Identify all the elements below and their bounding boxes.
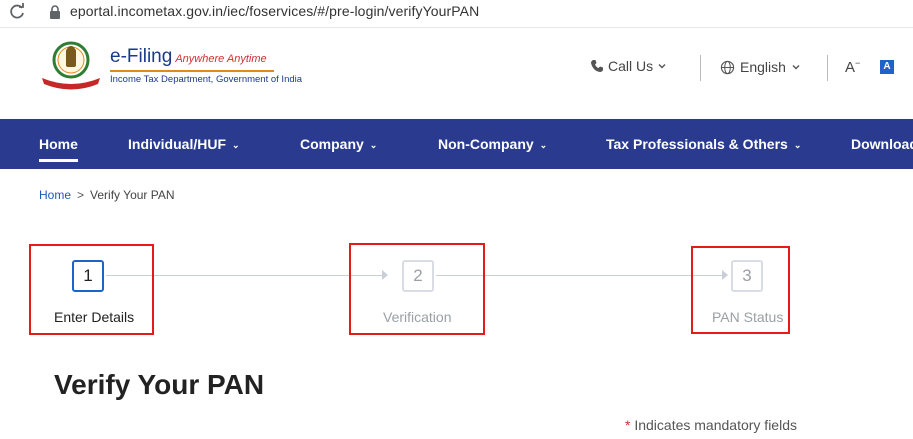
brand-block[interactable]: e-Filing Anywhere Anytime Income Tax Depa…: [110, 46, 302, 85]
breadcrumb-current: Verify Your PAN: [90, 188, 175, 202]
breadcrumb-home-link[interactable]: Home: [39, 188, 71, 202]
highlight-frame: [691, 246, 790, 334]
language-dropdown[interactable]: English: [720, 59, 801, 75]
chevron-down-icon: ⌄: [539, 140, 548, 150]
brand-title: e-Filing Anywhere Anytime: [110, 46, 267, 67]
reload-icon[interactable]: [8, 3, 26, 21]
chevron-down-icon: ⌄: [232, 140, 240, 150]
breadcrumb-separator: >: [77, 188, 85, 202]
call-us-label: Call Us: [608, 58, 654, 74]
chevron-down-icon: ⌄: [369, 140, 378, 150]
nav-item-non-company[interactable]: Non-Company ⌄: [438, 119, 547, 169]
highlight-frame: [29, 244, 154, 335]
nav-item-downloads[interactable]: Downloads: [851, 119, 913, 169]
chevron-down-icon: ⌄: [793, 140, 802, 150]
breadcrumb: Home > Verify Your PAN: [39, 188, 175, 202]
header-separator: [700, 55, 701, 81]
url-field[interactable]: eportal.incometax.gov.in/iec/foservices/…: [70, 3, 479, 19]
chevron-down-icon: [658, 64, 666, 69]
contrast-toggle[interactable]: A: [880, 60, 894, 74]
mandatory-note: * Indicates mandatory fields: [625, 417, 797, 433]
nav-item-company[interactable]: Company ⌄: [300, 119, 377, 169]
mandatory-note-text: Indicates mandatory fields: [634, 417, 797, 433]
call-us-dropdown[interactable]: Call Us: [590, 58, 667, 74]
page-title: Verify Your PAN: [54, 369, 265, 400]
nav-item-tax-professionals[interactable]: Tax Professionals & Others ⌄: [606, 119, 801, 169]
language-label: English: [740, 59, 786, 75]
highlight-frame: [349, 243, 485, 335]
brand-divider: [110, 70, 274, 72]
nav-item-individual-huf[interactable]: Individual/HUF ⌄: [128, 119, 240, 169]
lock-icon[interactable]: [48, 4, 62, 20]
nav-item-home[interactable]: Home: [39, 119, 78, 169]
emblem-logo-icon: [42, 41, 100, 90]
chevron-down-icon: [792, 65, 800, 70]
required-star: *: [625, 417, 631, 433]
site-header: e-Filing Anywhere Anytime Income Tax Depa…: [0, 28, 913, 119]
brand-tagline: Anywhere Anytime: [175, 53, 267, 65]
phone-icon: [591, 60, 603, 72]
font-size-toggle[interactable]: A−: [845, 58, 860, 76]
main-nav: Home Individual/HUF ⌄ Company ⌄ Non-Compan…: [0, 119, 913, 169]
browser-address-bar: eportal.incometax.gov.in/iec/foservices/…: [0, 0, 913, 28]
brand-subtitle: Income Tax Department, Government of Ind…: [110, 74, 303, 85]
globe-icon: [720, 60, 735, 74]
header-separator: [827, 55, 828, 81]
